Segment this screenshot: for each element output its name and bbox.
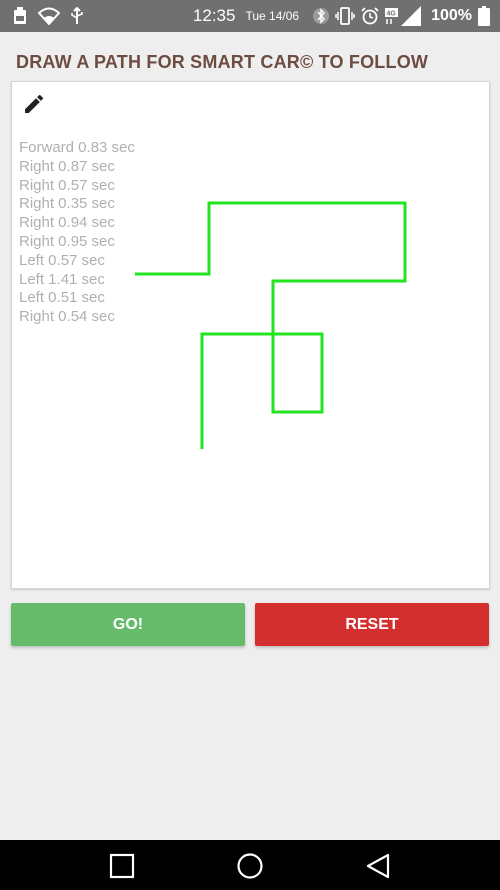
reset-button[interactable]: RESET	[255, 603, 489, 646]
back-icon[interactable]	[364, 852, 392, 880]
battery-notification-icon	[12, 7, 28, 25]
status-bar: 12:35 Tue 14/06 4G 100%	[0, 0, 500, 32]
recents-icon[interactable]	[108, 852, 136, 880]
status-left-icons	[12, 4, 84, 28]
vibrate-icon	[335, 7, 355, 25]
alarm-icon	[361, 7, 379, 25]
battery-percent: 100%	[431, 7, 472, 24]
navigation-bar	[0, 840, 500, 890]
drawn-path	[135, 201, 407, 449]
go-button[interactable]: GO!	[11, 603, 245, 646]
status-date: Tue 14/06	[245, 9, 300, 23]
status-time: 12:35	[192, 6, 236, 25]
car-path-line	[135, 201, 407, 449]
home-icon[interactable]	[236, 852, 264, 880]
battery-icon	[478, 6, 490, 26]
wifi-icon	[38, 7, 60, 25]
usb-icon	[70, 7, 84, 25]
status-right: 12:35 Tue 14/06 4G 100%	[193, 4, 490, 28]
drawing-canvas[interactable]: Forward 0.83 sec Right 0.87 sec Right 0.…	[11, 81, 490, 589]
bluetooth-icon	[313, 6, 330, 26]
signal-icon: 4G	[385, 6, 423, 26]
svg-text:4G: 4G	[387, 11, 397, 18]
page-title: DRAW A PATH FOR SMART CAR© TO FOLLOW	[16, 52, 429, 72]
